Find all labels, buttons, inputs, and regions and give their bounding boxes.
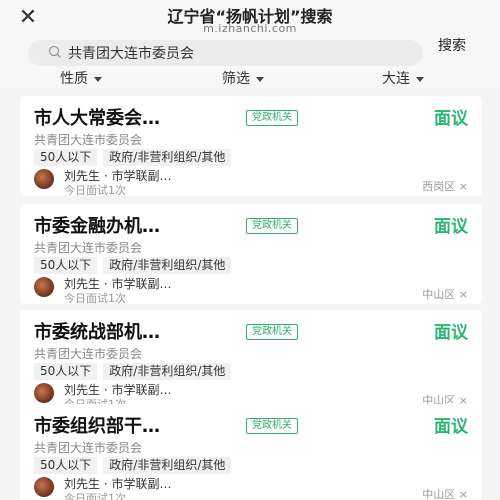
search-input[interactable]	[68, 43, 408, 63]
job-title: 市委组织部干…	[34, 416, 160, 437]
type-chip: 政府/非营利组织/其他	[103, 363, 232, 380]
category-tag: 党政机关	[246, 324, 298, 340]
filter-nature[interactable]: 性质	[60, 68, 102, 88]
interview-activity: 今日面试1次	[64, 492, 126, 500]
job-title: 市委统战部机…	[34, 322, 160, 343]
organization-name: 共青团大连市委员会	[34, 133, 143, 147]
avatar	[34, 169, 54, 189]
salary-negotiable: 面议	[434, 217, 468, 237]
job-card[interactable]: 市委统战部机… 党政机关 面议 共青团大连市委员会 50人以下 政府/非营利组织…	[20, 310, 482, 411]
interview-activity: 今日面试1次	[64, 184, 126, 197]
type-chip: 政府/非营利组织/其他	[103, 457, 232, 474]
job-card[interactable]: 市人大常委会… 党政机关 面议 共青团大连市委员会 50人以下 政府/非营利组织…	[20, 96, 482, 197]
filter-city[interactable]: 大连	[382, 68, 424, 88]
job-card[interactable]: 市委组织部干… 党政机关 面议 共青团大连市委员会 50人以下 政府/非营利组织…	[20, 404, 482, 500]
organization-name: 共青团大连市委员会	[34, 441, 143, 455]
category-tag: 党政机关	[246, 218, 298, 234]
type-chip: 政府/非营利组织/其他	[103, 257, 232, 274]
page-domain: m.izhanchi.com	[203, 22, 297, 35]
avatar	[34, 277, 54, 297]
organization-name: 共青团大连市委员会	[34, 241, 143, 255]
chevron-down-icon	[416, 76, 424, 82]
job-card[interactable]: 市委金融办机… 党政机关 面议 共青团大连市委员会 50人以下 政府/非营利组织…	[20, 204, 482, 305]
filter-label: 性质	[60, 71, 88, 87]
district-label: 中山区 ×	[422, 288, 468, 301]
avatar	[34, 383, 54, 403]
job-title: 市委金融办机…	[34, 216, 160, 237]
job-meta: 50人以下 政府/非营利组织/其他	[34, 457, 232, 474]
job-meta: 50人以下 政府/非营利组织/其他	[34, 149, 232, 166]
salary-negotiable: 面议	[434, 417, 468, 437]
size-chip: 50人以下	[34, 457, 98, 474]
salary-negotiable: 面议	[434, 109, 468, 129]
district-label: 西岗区 ×	[422, 180, 468, 193]
filter-label: 筛选	[222, 71, 250, 87]
chevron-down-icon	[94, 76, 102, 82]
search-row: 搜索	[0, 38, 500, 68]
size-chip: 50人以下	[34, 149, 98, 166]
interview-activity: 今日面试1次	[64, 292, 126, 305]
category-tag: 党政机关	[246, 110, 298, 126]
search-icon	[48, 45, 61, 58]
district-label: 中山区 ×	[422, 488, 468, 500]
category-tag: 党政机关	[246, 418, 298, 434]
search-box[interactable]	[28, 40, 423, 66]
job-title: 市人大常委会…	[34, 108, 160, 129]
type-chip: 政府/非营利组织/其他	[103, 149, 232, 166]
avatar	[34, 477, 54, 497]
size-chip: 50人以下	[34, 363, 98, 380]
job-meta: 50人以下 政府/非营利组织/其他	[34, 257, 232, 274]
organization-name: 共青团大连市委员会	[34, 347, 143, 361]
salary-negotiable: 面议	[434, 323, 468, 343]
search-button[interactable]: 搜索	[438, 38, 466, 54]
filter-bar: 性质 筛选 大连	[0, 68, 500, 88]
chevron-down-icon	[256, 76, 264, 82]
filter-screen[interactable]: 筛选	[222, 68, 264, 88]
job-meta: 50人以下 政府/非营利组织/其他	[34, 363, 232, 380]
size-chip: 50人以下	[34, 257, 98, 274]
top-bar: ✕ 辽宁省“扬帆计划”搜索 m.izhanchi.com	[0, 0, 500, 38]
filter-label: 大连	[382, 71, 410, 87]
